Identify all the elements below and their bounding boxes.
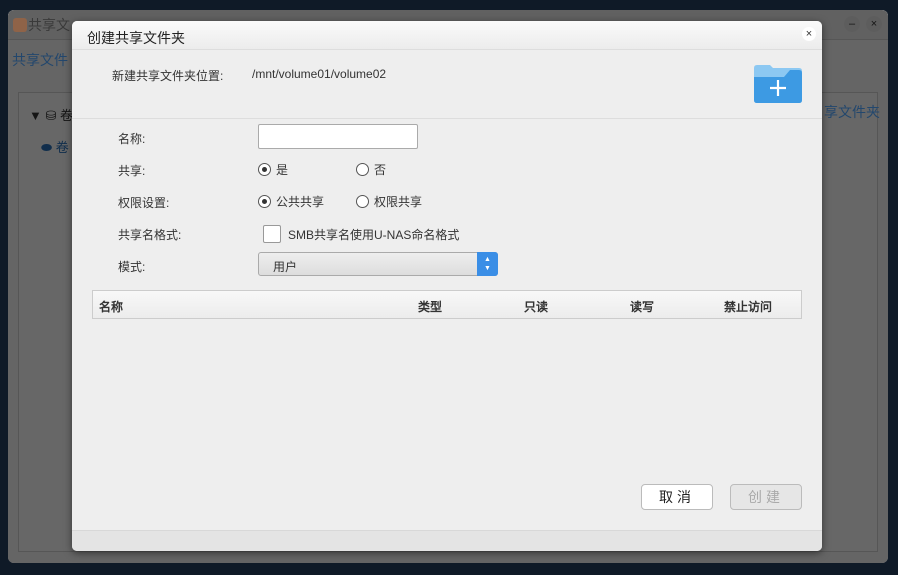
create-shared-folder-link[interactable]: 享文件夹 — [824, 104, 880, 120]
col-name: 名称 — [99, 300, 124, 314]
col-deny: 禁止访问 — [724, 300, 773, 314]
share-no-label: 否 — [374, 163, 387, 177]
radio-checked — [258, 163, 271, 176]
create-button[interactable]: 创建 — [730, 484, 802, 510]
dialog-close-button[interactable]: × — [802, 27, 816, 41]
col-readwrite: 读写 — [630, 300, 655, 314]
share-yes-radio[interactable]: 是 — [258, 161, 288, 178]
share-no-radio[interactable]: 否 — [356, 161, 386, 178]
new-folder-icon — [754, 65, 802, 103]
mode-value: 用户 — [273, 260, 298, 274]
share-label: 共享: — [118, 164, 146, 178]
permissions-table-header: 名称 类型 只读 读写 禁止访问 — [92, 290, 802, 319]
dialog-title: 创建共享文件夹 — [72, 21, 822, 50]
background-title: 共享文 — [28, 17, 70, 33]
select-arrows-icon: ▲ ▼ — [477, 252, 498, 276]
public-share-radio[interactable]: 公共共享 — [258, 193, 324, 210]
col-type: 类型 — [418, 300, 443, 314]
col-readonly: 只读 — [524, 300, 549, 314]
smb-format-label[interactable]: SMB共享名使用U-NAS命名格式 — [288, 226, 459, 243]
name-label: 名称: — [118, 132, 146, 146]
create-share-dialog: 创建共享文件夹 × 新建共享文件夹位置: /mnt/volume01/volum… — [72, 21, 822, 551]
share-yes-label: 是 — [276, 163, 289, 177]
radio-unchecked — [356, 163, 369, 176]
smb-format-checkbox[interactable] — [263, 225, 281, 243]
mode-label: 模式: — [118, 260, 146, 274]
restricted-share-label: 权限共享 — [374, 195, 423, 209]
radio-checked — [258, 195, 271, 208]
radio-unchecked — [356, 195, 369, 208]
mode-select[interactable]: 用户 ▲ ▼ — [258, 252, 498, 276]
location-value: /mnt/volume01/volume02 — [252, 67, 387, 81]
permission-label: 权限设置: — [118, 196, 170, 210]
name-input[interactable] — [258, 124, 418, 149]
share-name-format-label: 共享名格式: — [118, 228, 182, 242]
tab-shared-folders[interactable]: 共享文件 — [12, 52, 68, 68]
location-label: 新建共享文件夹位置: — [112, 69, 224, 83]
restricted-share-radio[interactable]: 权限共享 — [356, 193, 422, 210]
app-icon — [13, 18, 27, 32]
public-share-label: 公共共享 — [276, 195, 325, 209]
dialog-footer — [72, 530, 822, 551]
divider — [72, 118, 822, 119]
cancel-button[interactable]: 取消 — [641, 484, 713, 510]
